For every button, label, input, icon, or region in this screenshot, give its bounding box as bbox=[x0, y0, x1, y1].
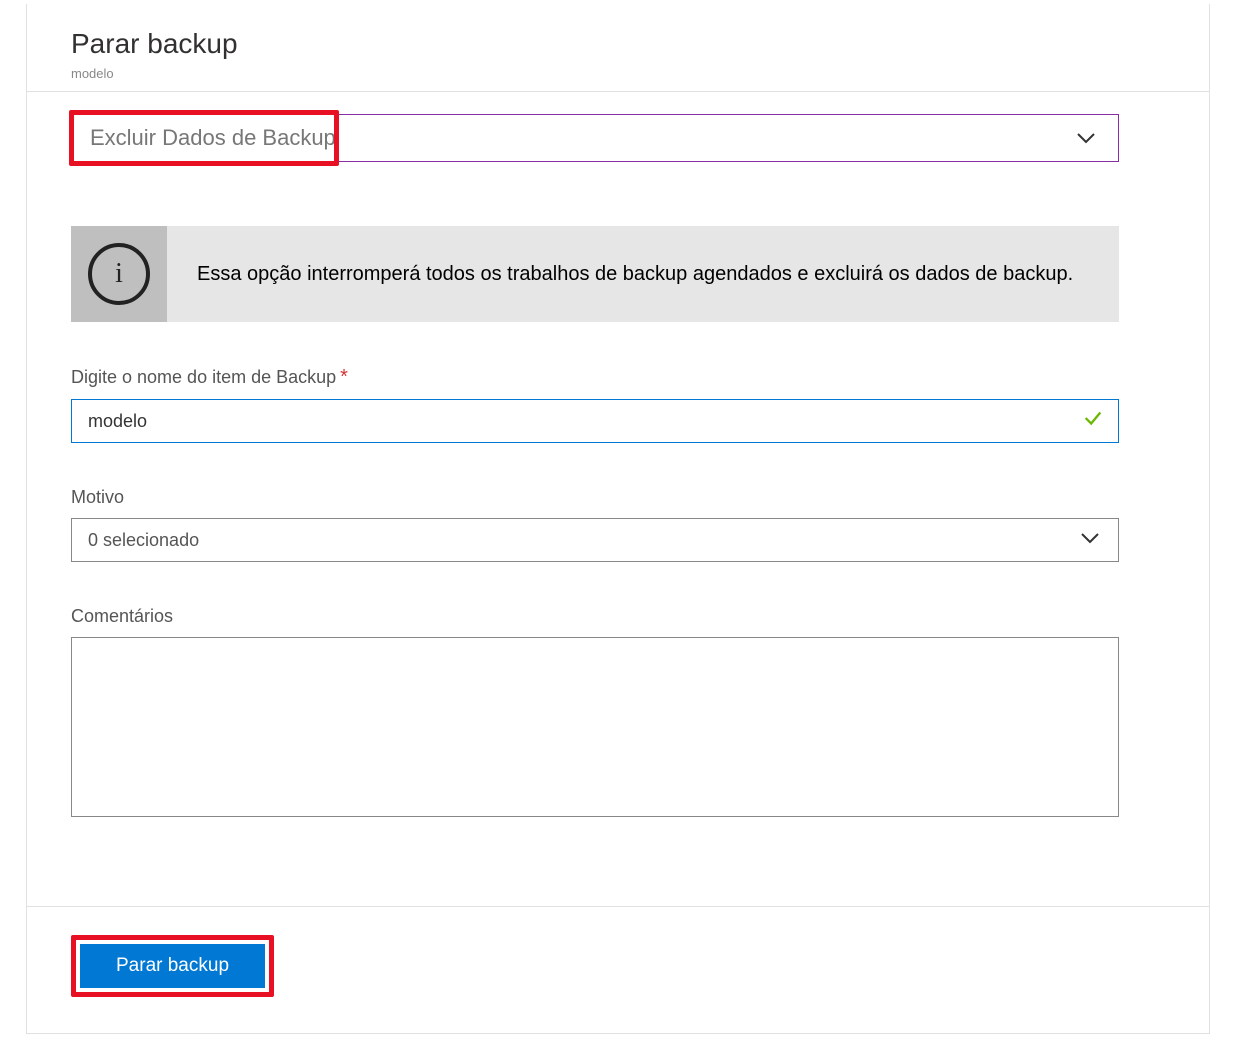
backup-action-selected-label: Excluir Dados de Backup bbox=[90, 125, 1072, 151]
panel-body: Excluir Dados de Backup i Essa opção int… bbox=[27, 92, 1209, 822]
check-icon bbox=[1082, 407, 1104, 435]
chevron-down-icon bbox=[1078, 526, 1102, 555]
stop-backup-panel: Parar backup modelo Excluir Dados de Bac… bbox=[26, 4, 1210, 1034]
item-name-label-text: Digite o nome do item de Backup bbox=[71, 367, 336, 387]
info-icon-box: i bbox=[71, 226, 167, 322]
info-banner: i Essa opção interromperá todos os traba… bbox=[71, 226, 1119, 322]
panel-header: Parar backup modelo bbox=[27, 4, 1209, 92]
comments-label: Comentários bbox=[71, 606, 1119, 627]
backup-action-dropdown[interactable]: Excluir Dados de Backup bbox=[71, 114, 1119, 162]
info-icon: i bbox=[88, 243, 150, 305]
item-name-input[interactable] bbox=[88, 411, 1102, 432]
panel-footer: Parar backup bbox=[27, 906, 1209, 997]
comments-textarea[interactable] bbox=[71, 637, 1119, 817]
info-message: Essa opção interromperá todos os trabalh… bbox=[197, 263, 1073, 286]
item-name-label: Digite o nome do item de Backup* bbox=[71, 366, 1119, 389]
reason-dropdown[interactable]: 0 selecionado bbox=[71, 518, 1119, 562]
comments-field: Comentários bbox=[71, 606, 1119, 822]
highlight-box: Parar backup bbox=[71, 935, 274, 997]
stop-backup-button[interactable]: Parar backup bbox=[80, 944, 265, 988]
required-asterisk: * bbox=[340, 366, 348, 388]
reason-field: Motivo 0 selecionado bbox=[71, 487, 1119, 562]
chevron-down-icon bbox=[1072, 124, 1100, 152]
page-subtitle: modelo bbox=[71, 66, 1209, 81]
reason-label: Motivo bbox=[71, 487, 1119, 508]
reason-selected-label: 0 selecionado bbox=[88, 530, 1078, 551]
item-name-field: Digite o nome do item de Backup* bbox=[71, 366, 1119, 443]
item-name-input-wrap bbox=[71, 399, 1119, 443]
page-title: Parar backup bbox=[71, 28, 1209, 60]
